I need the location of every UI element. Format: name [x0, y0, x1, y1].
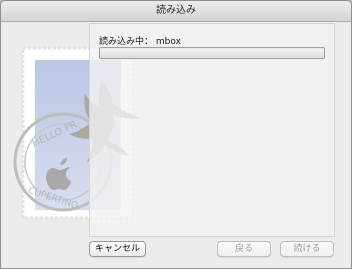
import-dialog: 読み込み HELLO FR CUPERTINO 読み込み中： mbox キャンセ…: [0, 0, 352, 269]
import-progress-bar: [99, 47, 325, 59]
import-status: 読み込み中： mbox: [99, 34, 181, 47]
window-title: 読み込み: [1, 1, 351, 22]
cancel-button[interactable]: キャンセル: [89, 241, 146, 257]
mailbox-name: mbox: [155, 37, 181, 47]
continue-button[interactable]: 続ける: [280, 241, 334, 257]
back-button[interactable]: 戻る: [217, 241, 271, 257]
status-label: 読み込み中：: [99, 37, 154, 47]
